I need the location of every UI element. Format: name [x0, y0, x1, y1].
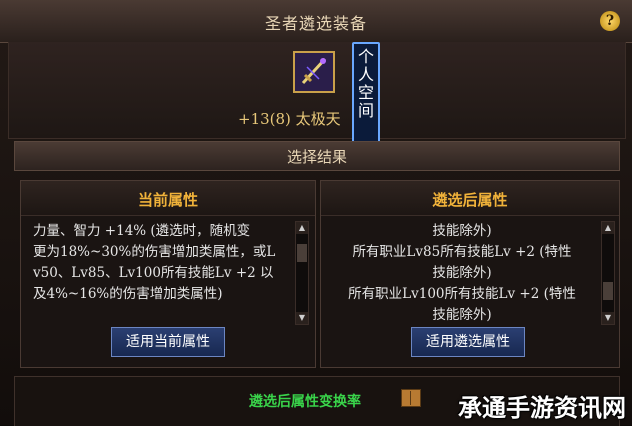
apply-current-attribute-button[interactable]: 适用当前属性 — [111, 327, 225, 357]
current-attribute-scrollbar[interactable]: ▲ ▼ — [295, 221, 309, 325]
personal-space-tooltip[interactable]: 个人空间 — [352, 42, 380, 154]
help-icon[interactable]: ? — [600, 11, 620, 31]
scroll-down-icon[interactable]: ▼ — [296, 312, 308, 324]
selected-attribute-text: 技能除外) 所有职业Lv85所有技能Lv +2 (特性 技能除外) 所有职业Lv… — [327, 221, 597, 326]
tooltip-text: 个人空间 — [357, 47, 374, 120]
selected-attribute-box: 遴选后属性 技能除外) 所有职业Lv85所有技能Lv +2 (特性 技能除外) … — [320, 180, 620, 368]
selected-attribute-scrollbar[interactable]: ▲ ▼ — [601, 221, 615, 325]
current-attribute-title: 当前属性 — [137, 191, 198, 209]
item-name: +13(8) 太极天剑 — [238, 108, 368, 129]
result-section-title: 选择结果 — [286, 148, 347, 166]
item-name-text: +13(8) 太极天 — [238, 110, 341, 128]
attr-line: 所有职业Lv85所有技能Lv +2 (特性 — [352, 244, 572, 260]
attr-line: v50、Lv85、Lv100所有技能Lv +2 以 — [33, 265, 274, 281]
watermark: 承通手游资讯网 — [458, 393, 626, 422]
scroll-up-icon[interactable]: ▲ — [296, 222, 308, 234]
title-bar: 圣者遴选装备 ? — [0, 0, 632, 43]
scroll-up-icon[interactable]: ▲ — [602, 222, 614, 234]
selected-attribute-header: 遴选后属性 — [321, 181, 619, 216]
current-attribute-box: 当前属性 力量、智力 +14% (遴选时，随机变 更为18%~30%的伤害增加类… — [20, 180, 316, 368]
scroll-down-icon[interactable]: ▼ — [602, 312, 614, 324]
selected-attribute-title: 遴选后属性 — [432, 191, 508, 209]
apply-selected-attribute-button[interactable]: 适用遴选属性 — [411, 327, 525, 357]
attr-line: 技能除外) — [432, 223, 492, 239]
scroll-thumb[interactable] — [297, 244, 307, 262]
attr-line: 所有职业Lv100所有技能Lv +2 (特性 — [348, 286, 576, 302]
scroll-thumb[interactable] — [603, 282, 613, 300]
attr-line: 及4%~16%的伤害增加类属性) — [33, 286, 223, 302]
attr-line: 技能除外) — [432, 307, 492, 323]
current-attribute-text: 力量、智力 +14% (遴选时，随机变 更为18%~30%的伤害增加类属性，或L… — [33, 221, 297, 305]
sword-item-icon[interactable] — [293, 51, 335, 93]
window-title: 圣者遴选装备 — [264, 14, 367, 33]
conversion-rate-label: 遴选后属性变换率 — [249, 394, 361, 410]
equipment-selection-window: 圣者遴选装备 ? +13(8) 太极天剑 个人空间 选择结果 当前属性 力量、智… — [0, 0, 632, 426]
current-attribute-header: 当前属性 — [21, 181, 315, 216]
book-icon[interactable] — [401, 389, 421, 407]
attr-line: 技能除外) — [432, 265, 492, 281]
attr-line: 力量、智力 +14% (遴选时，随机变 — [33, 223, 251, 239]
attr-line: 更为18%~30%的伤害增加类属性，或L — [33, 244, 276, 260]
result-section-bar: 选择结果 — [14, 141, 620, 171]
